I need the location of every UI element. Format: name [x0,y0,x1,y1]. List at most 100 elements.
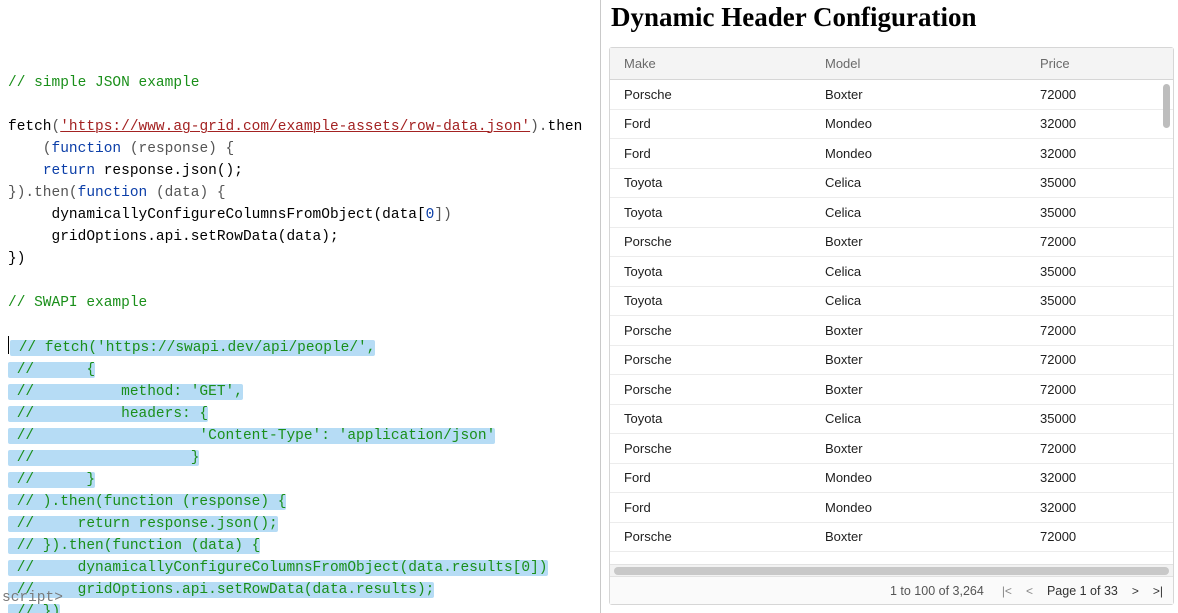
table-row[interactable]: ToyotaCelica35000 [610,198,1173,228]
vertical-scrollbar[interactable] [1163,84,1170,128]
cell-price: 35000 [1040,411,1173,426]
code-line[interactable]: // simple JSON example [4,72,596,94]
pager: |< < Page 1 of 33 > >| [1002,584,1163,598]
code-line[interactable]: // }).then(function (data) { [4,535,596,557]
grid-header-row: Make Model Price [610,48,1173,80]
table-row[interactable]: PorscheBoxter72000 [610,228,1173,258]
cell-model: Mondeo [825,470,1040,485]
cell-price: 32000 [1040,500,1173,515]
code-line[interactable]: // fetch('https://swapi.dev/api/people/'… [4,336,596,359]
pager-prev-icon[interactable]: < [1026,584,1033,598]
table-row[interactable]: FordMondeo32000 [610,464,1173,494]
cell-model: Celica [825,293,1040,308]
cell-model: Boxter [825,529,1040,544]
cell-model: Mondeo [825,500,1040,515]
table-row[interactable]: ToyotaCelica35000 [610,169,1173,199]
code-line[interactable]: // }) [4,601,596,613]
cell-model: Boxter [825,441,1040,456]
code-line[interactable] [4,314,596,336]
cell-model: Boxter [825,234,1040,249]
cell-make: Toyota [610,205,825,220]
cell-make: Porsche [610,87,825,102]
column-header-make[interactable]: Make [610,56,825,71]
code-line[interactable]: // headers: { [4,403,596,425]
table-row[interactable]: PorscheBoxter72000 [610,346,1173,376]
cell-price: 35000 [1040,175,1173,190]
cell-make: Toyota [610,264,825,279]
code-line[interactable]: (function (response) { [4,138,596,160]
code-line[interactable]: // method: 'GET', [4,381,596,403]
table-row[interactable]: PorscheBoxter72000 [610,80,1173,110]
pager-last-icon[interactable]: >| [1153,584,1163,598]
cell-price: 72000 [1040,352,1173,367]
table-row[interactable]: PorscheBoxter72000 [610,523,1173,553]
code-line[interactable] [4,50,596,72]
code-line[interactable]: // 'Content-Type': 'application/json' [4,425,596,447]
table-row[interactable]: ToyotaCelica35000 [610,257,1173,287]
cell-model: Boxter [825,382,1040,397]
preview-pane: Dynamic Header Configuration Make Model … [601,0,1178,613]
code-line[interactable]: // SWAPI example [4,292,596,314]
cell-make: Toyota [610,175,825,190]
table-row[interactable]: FordMondeo32000 [610,110,1173,140]
table-row[interactable]: ToyotaCelica35000 [610,405,1173,435]
cell-make: Ford [610,470,825,485]
page-title: Dynamic Header Configuration [611,2,1174,33]
cell-make: Porsche [610,323,825,338]
column-header-price[interactable]: Price [1040,56,1161,71]
table-row[interactable]: PorscheBoxter72000 [610,434,1173,464]
cell-price: 72000 [1040,441,1173,456]
cell-model: Boxter [825,352,1040,367]
code-line[interactable]: fetch('https://www.ag-grid.com/example-a… [4,116,596,138]
cell-price: 32000 [1040,146,1173,161]
grid-body[interactable]: PorscheBoxter72000FordMondeo32000FordMon… [610,80,1173,564]
cell-model: Boxter [825,323,1040,338]
code-line[interactable]: gridOptions.api.setRowData(data); [4,226,596,248]
code-line[interactable]: // gridOptions.api.setRowData(data.resul… [4,579,596,601]
cell-price: 72000 [1040,529,1173,544]
code-line[interactable]: }) [4,248,596,270]
cell-make: Ford [610,500,825,515]
code-line[interactable]: // } [4,469,596,491]
cell-model: Boxter [825,87,1040,102]
code-line[interactable] [4,94,596,116]
cell-model: Mondeo [825,116,1040,131]
table-row[interactable]: ToyotaCelica35000 [610,287,1173,317]
cell-price: 35000 [1040,293,1173,308]
column-header-model[interactable]: Model [825,56,1040,71]
cell-price: 72000 [1040,323,1173,338]
horizontal-scrollbar-track[interactable] [610,564,1173,576]
pager-next-icon[interactable]: > [1132,584,1139,598]
code-line[interactable]: // return response.json(); [4,513,596,535]
horizontal-scrollbar-thumb[interactable] [614,567,1169,575]
cell-price: 35000 [1040,205,1173,220]
cell-make: Porsche [610,352,825,367]
code-editor[interactable]: // simple JSON example fetch('https://ww… [0,0,601,613]
code-line[interactable]: // { [4,359,596,381]
cell-model: Celica [825,264,1040,279]
code-line[interactable]: return response.json(); [4,160,596,182]
pager-first-icon[interactable]: |< [1002,584,1012,598]
data-grid[interactable]: Make Model Price PorscheBoxter72000FordM… [609,47,1174,605]
table-row[interactable]: PorscheBoxter72000 [610,316,1173,346]
code-line[interactable]: // } [4,447,596,469]
cell-make: Ford [610,146,825,161]
row-range-label: 1 to 100 of 3,264 [890,584,984,598]
code-line[interactable]: }).then(function (data) { [4,182,596,204]
cell-make: Ford [610,116,825,131]
cell-make: Toyota [610,293,825,308]
cell-price: 32000 [1040,116,1173,131]
cell-price: 72000 [1040,234,1173,249]
code-line[interactable]: // dynamicallyConfigureColumnsFromObject… [4,557,596,579]
table-row[interactable]: PorscheBoxter72000 [610,375,1173,405]
code-line[interactable]: // ).then(function (response) { [4,491,596,513]
code-line[interactable] [4,270,596,292]
table-row[interactable]: FordMondeo32000 [610,139,1173,169]
cell-make: Porsche [610,441,825,456]
cell-model: Mondeo [825,146,1040,161]
table-row[interactable]: FordMondeo32000 [610,493,1173,523]
cell-price: 72000 [1040,87,1173,102]
code-line[interactable]: dynamicallyConfigureColumnsFromObject(da… [4,204,596,226]
cell-price: 32000 [1040,470,1173,485]
cell-make: Toyota [610,411,825,426]
